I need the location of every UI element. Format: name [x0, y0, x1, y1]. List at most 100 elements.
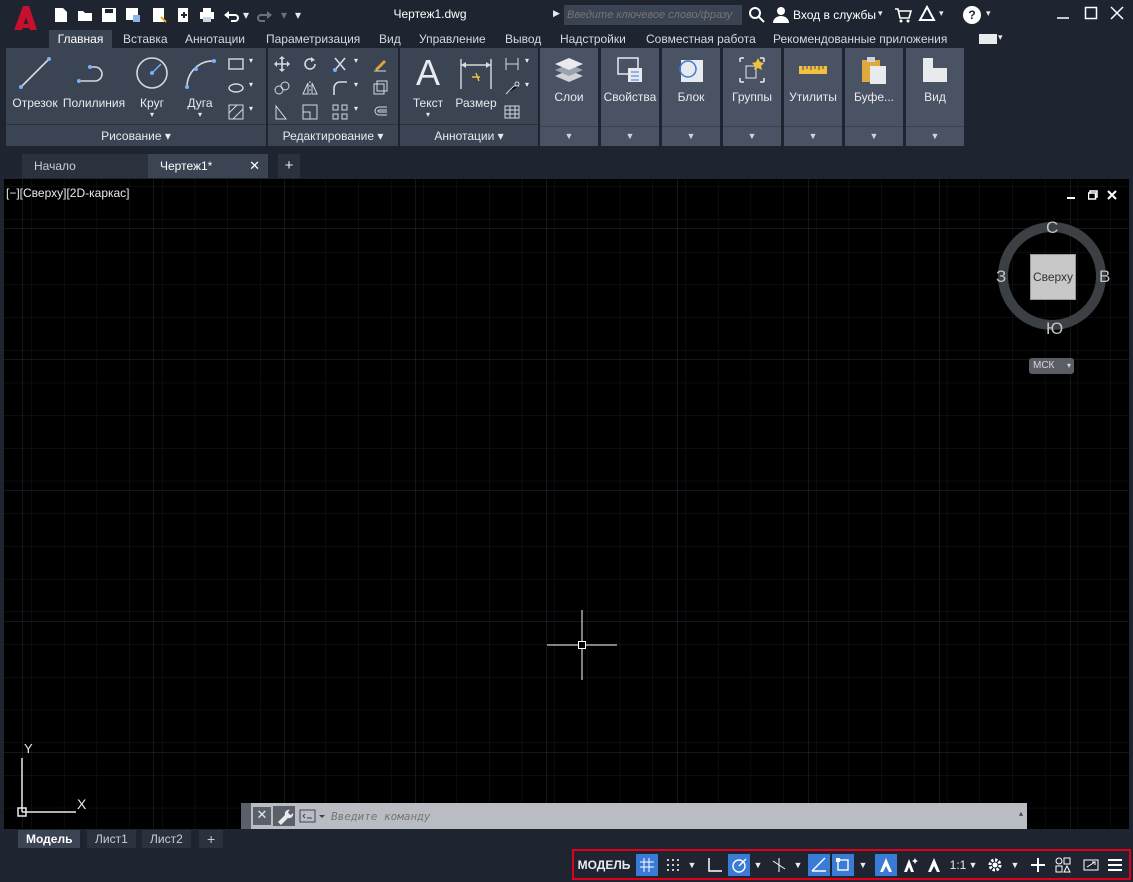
circle-dropdown-icon[interactable]: ▾: [130, 110, 174, 119]
clean-screen-icon[interactable]: [1080, 854, 1102, 876]
layers-panel[interactable]: Слои ▼: [540, 48, 598, 146]
command-input[interactable]: [331, 806, 1011, 826]
utilities-panel[interactable]: Утилиты ▼: [784, 48, 842, 146]
copy-icon[interactable]: [272, 78, 292, 98]
table-icon[interactable]: [502, 102, 522, 122]
signin-dropdown-icon[interactable]: ▾: [878, 8, 883, 19]
wcs-menu[interactable]: МСК ▾: [1029, 358, 1074, 374]
trim-dropdown-icon[interactable]: ▾: [354, 56, 358, 65]
trim-icon[interactable]: [330, 54, 350, 74]
modify-panel-title[interactable]: Редактирование ▾: [268, 124, 398, 146]
groups-dropdown-icon[interactable]: ▼: [723, 126, 781, 144]
ortho-mode-icon[interactable]: [704, 854, 726, 876]
offset-icon[interactable]: [370, 102, 390, 122]
tab-output[interactable]: Вывод: [499, 30, 547, 48]
open-web-icon[interactable]: [150, 6, 168, 24]
hatch-icon[interactable]: [226, 102, 246, 122]
tab-parametric[interactable]: Параметризация: [260, 30, 366, 48]
viewport-restore-icon[interactable]: [1087, 189, 1098, 203]
dimension-button[interactable]: Размер: [452, 54, 500, 110]
layers-dropdown-icon[interactable]: ▼: [540, 126, 598, 144]
text-button[interactable]: A Текст ▾: [408, 52, 448, 119]
stretch-icon[interactable]: [272, 102, 292, 122]
viewport-minimize-icon[interactable]: [1066, 189, 1076, 203]
a360-dropdown-icon[interactable]: ▾: [939, 8, 944, 19]
annotation-visibility-icon[interactable]: [875, 854, 897, 876]
groups-panel[interactable]: Группы ▼: [723, 48, 781, 146]
a360-icon[interactable]: [918, 4, 936, 26]
rectangle-icon[interactable]: [226, 54, 246, 74]
isometric-drafting-icon[interactable]: [768, 854, 790, 876]
user-icon[interactable]: [772, 6, 790, 27]
draw-panel-title[interactable]: Рисование ▾: [6, 124, 266, 146]
compass-south[interactable]: Ю: [1046, 319, 1063, 339]
isolate-objects-icon[interactable]: [1052, 854, 1074, 876]
fillet-dropdown-icon[interactable]: ▾: [354, 80, 358, 89]
help-dropdown-icon[interactable]: ▾: [986, 8, 991, 19]
properties-panel[interactable]: Свойства ▼: [601, 48, 659, 146]
ellipse-dropdown-icon[interactable]: ▾: [249, 80, 253, 89]
polar-dropdown-icon[interactable]: ▼: [751, 854, 765, 876]
text-dropdown-icon[interactable]: ▾: [408, 110, 448, 119]
drawing-canvas[interactable]: [−][Сверху][2D-каркас] Сверху С Ю З В МС…: [4, 179, 1129, 829]
command-line-grip[interactable]: [241, 803, 251, 829]
command-customize-icon[interactable]: [273, 806, 295, 826]
signin-label[interactable]: Вход в службы: [793, 8, 876, 22]
object-snap-icon[interactable]: [832, 854, 854, 876]
snap-dropdown-icon[interactable]: ▼: [685, 854, 699, 876]
circle-button[interactable]: Круг ▾: [130, 54, 174, 119]
line-button[interactable]: Отрезок: [10, 54, 60, 110]
leader-dropdown-icon[interactable]: ▾: [525, 80, 529, 89]
scale-icon[interactable]: [300, 102, 320, 122]
fillet-icon[interactable]: [330, 78, 350, 98]
command-scroll-up-icon[interactable]: ▴: [1019, 809, 1023, 818]
polyline-button[interactable]: Полилиния: [62, 54, 126, 110]
viewcube[interactable]: Сверху С Ю З В: [996, 218, 1110, 338]
command-history-icon[interactable]: [299, 807, 327, 828]
ribbon-minimize-dropdown-icon[interactable]: ▾: [998, 32, 1003, 43]
tab-home[interactable]: Главная: [49, 30, 112, 48]
add-layout-button[interactable]: +: [199, 830, 224, 848]
isometric-dropdown-icon[interactable]: ▼: [791, 854, 805, 876]
doc-tab-close-icon[interactable]: ✕: [249, 154, 260, 178]
minimize-icon[interactable]: [1056, 6, 1070, 23]
view-dropdown-icon[interactable]: ▼: [906, 126, 964, 144]
new-file-icon[interactable]: [52, 6, 70, 24]
doc-tab-start[interactable]: Начало: [22, 154, 148, 178]
tab-layout1[interactable]: Лист1: [87, 830, 136, 848]
customize-qat-icon[interactable]: ▾: [292, 6, 304, 24]
erase-icon[interactable]: [370, 54, 390, 74]
help-icon[interactable]: ?: [963, 6, 981, 24]
annotation-scale-icon[interactable]: [923, 854, 945, 876]
compass-north[interactable]: С: [1046, 218, 1058, 238]
clipboard-dropdown-icon[interactable]: ▼: [845, 126, 903, 144]
share-icon[interactable]: [174, 6, 192, 24]
snap-mode-icon[interactable]: [662, 854, 684, 876]
hatch-dropdown-icon[interactable]: ▾: [249, 104, 253, 113]
workspace-gear-icon[interactable]: [984, 854, 1006, 876]
new-tab-button[interactable]: +: [278, 154, 300, 178]
linear-dimension-icon[interactable]: [502, 54, 522, 74]
mirror-icon[interactable]: [300, 78, 320, 98]
tab-collaborate[interactable]: Совместная работа: [640, 30, 762, 48]
print-icon[interactable]: [198, 6, 216, 24]
array-icon[interactable]: [330, 102, 350, 122]
arc-button[interactable]: Дуга ▾: [178, 54, 222, 119]
workspace-dropdown-icon[interactable]: ▼: [1008, 854, 1022, 876]
properties-dropdown-icon[interactable]: ▼: [601, 126, 659, 144]
hatch-ellipse-icon[interactable]: [226, 78, 246, 98]
maximize-icon[interactable]: [1084, 6, 1098, 23]
cart-icon[interactable]: [894, 6, 913, 27]
leader-icon[interactable]: [502, 78, 522, 98]
explode-icon[interactable]: [370, 78, 390, 98]
tab-view[interactable]: Вид: [373, 30, 407, 48]
block-panel[interactable]: Блок ▼: [662, 48, 720, 146]
auto-scale-icon[interactable]: [899, 854, 921, 876]
object-snap-tracking-icon[interactable]: [808, 854, 830, 876]
command-line-close-icon[interactable]: ✕: [253, 807, 271, 825]
tab-insert[interactable]: Вставка: [117, 30, 174, 48]
redo-dropdown-icon[interactable]: ▾: [278, 6, 290, 24]
annotation-monitor-icon[interactable]: [1027, 854, 1049, 876]
scale-dropdown-icon[interactable]: ▼: [967, 854, 979, 876]
linear-dropdown-icon[interactable]: ▾: [525, 56, 529, 65]
